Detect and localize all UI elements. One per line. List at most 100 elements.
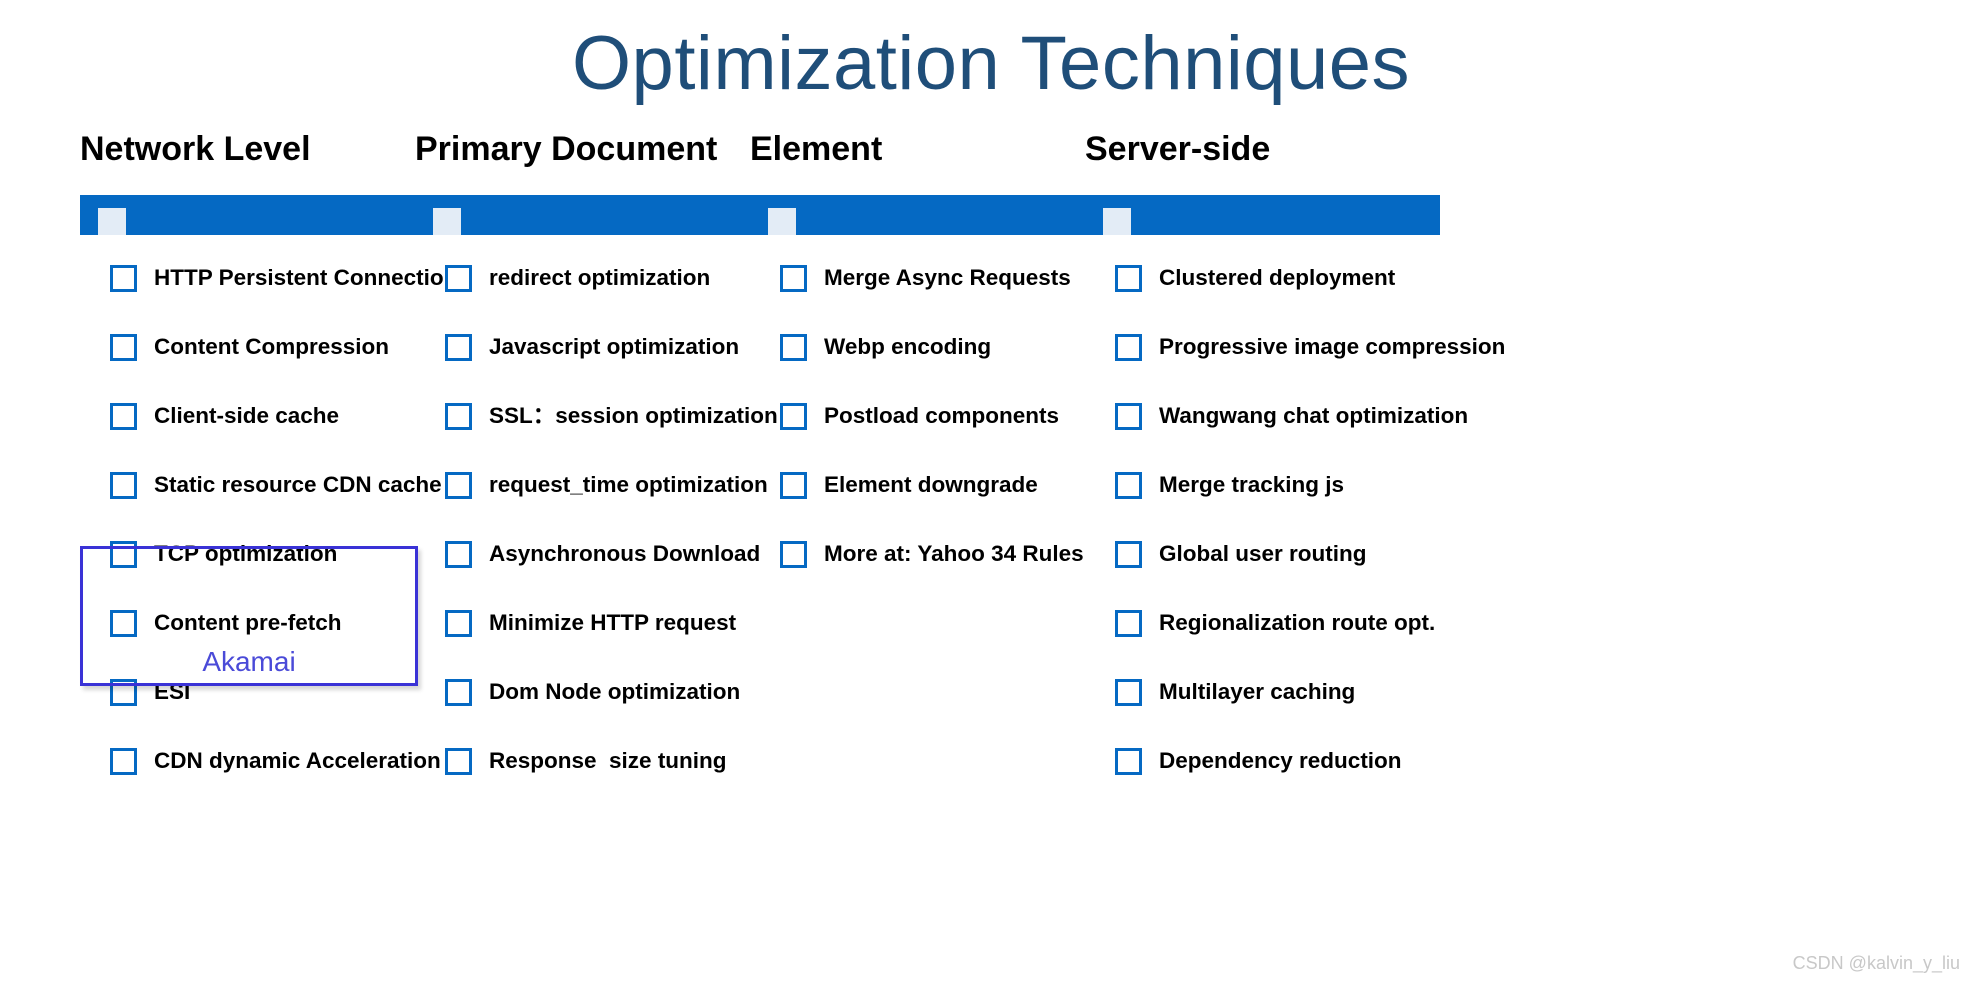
list-item[interactable]: Multilayer caching (1085, 678, 1440, 747)
list-item-label: Asynchronous Download (489, 541, 761, 566)
checkbox-icon[interactable] (780, 541, 807, 568)
column-primary-document: Primary Document redirect optimization Jav… (415, 130, 778, 816)
checklist: Clustered deployment Progressive image co… (1085, 264, 1505, 816)
list-item[interactable]: Asynchronous Download (415, 540, 770, 609)
column-header: Primary Document (415, 130, 718, 168)
checkbox-icon[interactable] (780, 403, 807, 430)
list-item[interactable]: Minimize HTTP request (415, 609, 770, 678)
checkbox-icon[interactable] (445, 403, 472, 430)
csdn-watermark: CSDN @kalvin_y_liu (1792, 953, 1960, 973)
list-item-label: request_time optimization (489, 472, 768, 497)
list-item[interactable]: Dom Node optimization (415, 678, 770, 747)
list-item[interactable]: redirect optimization (415, 264, 770, 333)
bar-chip-icon (98, 208, 126, 235)
page-title: Optimization Techniques (571, 21, 1411, 106)
column-accent-bar (80, 195, 435, 235)
list-item[interactable]: Progressive image compression (1085, 333, 1505, 402)
list-item[interactable]: Wangwang chat optimization (1085, 402, 1468, 471)
checkbox-icon[interactable] (1115, 748, 1142, 775)
column-server-side: Server-side Clustered deployment Progressi… (1085, 130, 1505, 816)
checkbox-icon[interactable] (445, 541, 472, 568)
column-header: Network Level (80, 130, 311, 168)
list-item[interactable]: Merge Async Requests (750, 264, 1105, 333)
checkbox-icon[interactable] (110, 334, 137, 361)
checkbox-icon[interactable] (1115, 541, 1142, 568)
list-item-label: More at: Yahoo 34 Rules (824, 541, 1084, 566)
list-item[interactable]: Dependency reduction (1085, 747, 1440, 816)
checkbox-icon[interactable] (1115, 403, 1142, 430)
checkbox-icon[interactable] (110, 472, 137, 499)
checkbox-icon[interactable] (110, 748, 137, 775)
slide-canvas: Optimization Techniques Network Level HTT… (0, 0, 1982, 986)
checkbox-icon[interactable] (1115, 679, 1142, 706)
list-item[interactable]: Static resource CDN cache (80, 471, 442, 540)
list-item[interactable]: Client-side cache (80, 402, 435, 471)
list-item[interactable]: Content Compression (80, 333, 435, 402)
checkbox-icon[interactable] (1115, 472, 1142, 499)
list-item-label: SSL：session optimization (489, 403, 778, 428)
list-item[interactable]: Javascript optimization (415, 333, 770, 402)
list-item-label: Global user routing (1159, 541, 1367, 566)
list-item[interactable]: request_time optimization (415, 471, 770, 540)
list-item[interactable]: More at: Yahoo 34 Rules (750, 540, 1105, 609)
checkbox-icon[interactable] (110, 265, 137, 292)
list-item-label: Static resource CDN cache (154, 472, 442, 497)
column-header: Element (750, 130, 883, 168)
list-item[interactable]: Postload components (750, 402, 1105, 471)
checkbox-icon[interactable] (445, 472, 472, 499)
list-item-label: CDN dynamic Acceleration (154, 748, 441, 773)
list-item[interactable]: Response size tuning (415, 747, 770, 816)
checkbox-icon[interactable] (445, 679, 472, 706)
checkbox-icon[interactable] (445, 748, 472, 775)
checkbox-icon[interactable] (1115, 334, 1142, 361)
list-item[interactable]: Element downgrade (750, 471, 1105, 540)
list-item-label: Merge tracking js (1159, 472, 1345, 497)
list-item-label: Dependency reduction (1159, 748, 1402, 773)
column-accent-bar (415, 195, 770, 235)
columns-container: Network Level HTTP Persistent Connection C… (0, 132, 1982, 892)
checklist: Merge Async Requests Webp encoding Postloa… (750, 264, 1105, 609)
list-item-label: Progressive image compression (1159, 334, 1506, 359)
list-item-label: Regionalization route opt. (1159, 610, 1436, 635)
checkbox-icon[interactable] (780, 334, 807, 361)
list-item[interactable]: SSL：session optimization (415, 402, 778, 471)
checkbox-icon[interactable] (445, 334, 472, 361)
list-item[interactable]: CDN dynamic Acceleration (80, 747, 441, 816)
list-item-label: Minimize HTTP request (489, 610, 737, 635)
list-item[interactable]: Clustered deployment (1085, 264, 1440, 333)
column-header: Server-side (1085, 130, 1271, 168)
list-item-label: Element downgrade (824, 472, 1038, 497)
akamai-label: Akamai (202, 646, 296, 677)
list-item-label: Merge Async Requests (824, 265, 1071, 290)
list-item[interactable]: Webp encoding (750, 333, 1105, 402)
checkbox-icon[interactable] (445, 610, 472, 637)
bar-chip-icon (433, 208, 461, 235)
list-item[interactable]: ESI (80, 678, 435, 747)
list-item-label: Multilayer caching (1159, 679, 1356, 704)
bar-chip-icon (768, 208, 796, 235)
checklist: HTTP Persistent Connection Content Compre… (80, 264, 457, 816)
column-network-level: Network Level HTTP Persistent Connection C… (80, 130, 457, 816)
checklist: redirect optimization Javascript optimiza… (415, 264, 778, 816)
bar-chip-icon (1103, 208, 1131, 235)
column-element: Element Merge Async Requests Webp encoding… (750, 132, 1105, 609)
checkbox-icon[interactable] (110, 403, 137, 430)
list-item-label: Dom Node optimization (489, 679, 741, 704)
list-item[interactable]: HTTP Persistent Connection (80, 264, 457, 333)
list-item[interactable]: Global user routing (1085, 540, 1440, 609)
checkbox-icon[interactable] (780, 472, 807, 499)
list-item-label: Webp encoding (824, 334, 992, 359)
list-item-label: Response size tuning (489, 748, 727, 773)
list-item[interactable]: Merge tracking js (1085, 471, 1440, 540)
checkbox-icon[interactable] (1115, 610, 1142, 637)
checkbox-icon[interactable] (445, 265, 472, 292)
list-item-label: Client-side cache (154, 403, 340, 428)
list-item-label: HTTP Persistent Connection (154, 265, 458, 290)
checkbox-icon[interactable] (780, 265, 807, 292)
checkbox-icon[interactable] (1115, 265, 1142, 292)
list-item-label: redirect optimization (489, 265, 711, 290)
list-item-label: Wangwang chat optimization (1159, 403, 1469, 428)
list-item[interactable]: Regionalization route opt. (1085, 609, 1440, 678)
list-item-label: Content Compression (154, 334, 390, 359)
column-accent-bar (750, 195, 1105, 235)
